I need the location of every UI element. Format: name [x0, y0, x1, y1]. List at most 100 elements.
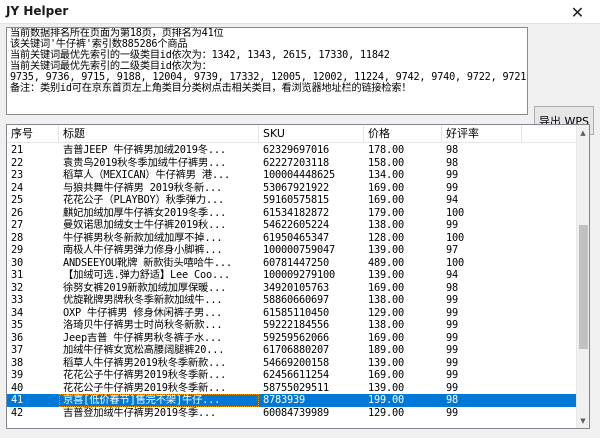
cell-title: 曼奴诺思加绒女士牛仔裤2019秋...	[63, 219, 227, 231]
cell-index: 22	[11, 156, 23, 169]
cell-title: 加绒牛仔裤女宽松高腰阔腿裤20...	[63, 344, 225, 356]
cell-title: 稻草人牛仔裤男2019秋冬季新款...	[63, 356, 227, 369]
cell-rating: 99	[446, 181, 458, 194]
cell-price: 129.00	[368, 406, 404, 419]
cell-price: 138.00	[368, 319, 404, 331]
table-row[interactable]: 42 吉普登加绒牛仔裤男2019冬季... 60084739989 129.00 99	[7, 407, 578, 420]
results-table[interactable]: 序号 标题 SKU 价格 好评率 21 吉普JEEP 牛仔裤男加绒2019冬...…	[6, 124, 590, 429]
cell-title: OXP 牛仔裤男 修身休闲裤子男...	[63, 306, 223, 319]
scrollbar-thumb[interactable]	[579, 225, 588, 349]
cell-price: 179.00	[368, 206, 404, 219]
cell-rating: 99	[446, 219, 458, 231]
table-row[interactable]: 34 OXP 牛仔裤男 修身休闲裤子男... 61585110450 129.00 99	[7, 307, 578, 320]
table-row[interactable]: 41 京喜[低价春节]售完不架]牛仔... 8783939 199.00 98	[7, 394, 578, 407]
table-row[interactable]: 39 花花公子牛仔裤男2019秋冬季新... 62456611254 169.00 99	[7, 369, 578, 382]
cell-sku: 60084739989	[263, 406, 329, 419]
cell-sku: 54622605224	[263, 219, 329, 231]
cell-index: 25	[11, 194, 23, 206]
column-header-price[interactable]: 价格	[364, 125, 442, 143]
table-row[interactable]: 25 花花公子（PLAYBOY）秋季弹力... 59160575815 169.00 9…	[7, 194, 578, 207]
cell-sku: 61950465347	[263, 231, 329, 244]
cell-index: 29	[11, 244, 23, 256]
cell-rating: 100	[446, 256, 464, 269]
cell-price: 199.00	[368, 394, 404, 406]
cell-sku: 61534182872	[263, 206, 329, 219]
cell-rating: 99	[446, 169, 458, 181]
cell-price: 169.00	[368, 194, 404, 206]
cell-index: 28	[11, 231, 23, 244]
scroll-down-icon[interactable]: ▼	[577, 413, 589, 428]
table-row[interactable]: 28 牛仔裤男秋冬新款加绒加厚不掉... 61950465347 128.00 100	[7, 232, 578, 245]
table-row[interactable]: 22 袁贵鸟2019秋冬季加绒牛仔裤男... 62227203118 158.00 98	[7, 157, 578, 170]
window-title: JY Helper	[6, 4, 69, 18]
cell-price: 128.00	[368, 231, 404, 244]
cell-title: 徐努女裤2019新款加绒加厚保暖...	[63, 281, 227, 294]
cell-index: 42	[11, 406, 23, 419]
table-row[interactable]: 40 花花公子牛仔裤男2019秋冬季新... 58755029511 139.00 99	[7, 382, 578, 395]
cell-title: 吉普JEEP 牛仔裤男加绒2019冬...	[63, 144, 226, 156]
table-body: 21 吉普JEEP 牛仔裤男加绒2019冬... 62329697016 178.00…	[7, 144, 578, 428]
cell-price: 129.00	[368, 306, 404, 319]
cell-price: 139.00	[368, 381, 404, 394]
cell-sku: 53067921922	[263, 181, 329, 194]
cell-sku: 59222184556	[263, 319, 329, 331]
cell-title: 京喜[低价春节]售完不架]牛仔...	[59, 394, 259, 407]
close-icon[interactable]: ✕	[555, 0, 600, 24]
table-row[interactable]: 37 加绒牛仔裤女宽松高腰阔腿裤20... 61706880207 189.00 99	[7, 344, 578, 357]
cell-index: 40	[11, 381, 23, 394]
cell-title: 与狼共舞牛仔裤男 2019秋冬新...	[63, 181, 223, 194]
cell-title: 牛仔裤男秋冬新款加绒加厚不掉...	[63, 231, 223, 244]
cell-price: 189.00	[368, 344, 404, 356]
vertical-scrollbar[interactable]: ▲ ▼	[576, 125, 589, 428]
table-row[interactable]: 32 徐努女裤2019新款加绒加厚保暖... 34920105763 169.00 98	[7, 282, 578, 295]
info-line-note: 备注：类别id可在京东首页左上角类目分类树点击相关类目，看浏览器地址栏的链接检索…	[10, 82, 412, 94]
cell-index: 27	[11, 219, 23, 231]
table-row[interactable]: 33 优旋靴牌男牌秋冬季新款加绒牛... 58860660697 138.00 99	[7, 294, 578, 307]
cell-index: 34	[11, 306, 23, 319]
cell-price: 138.00	[368, 294, 404, 306]
info-textbox[interactable]: 当前数据排名所在页面为第18页，页排名为41位 该关键词'牛仔裤'索引数8852…	[6, 27, 528, 115]
table-header: 序号 标题 SKU 价格 好评率	[7, 125, 578, 143]
cell-rating: 97	[446, 244, 458, 256]
table-row[interactable]: 21 吉普JEEP 牛仔裤男加绒2019冬... 62329697016 178.00…	[7, 144, 578, 157]
table-row[interactable]: 26 麒妃加绒加厚牛仔裤女2019冬季... 61534182872 179.00 10…	[7, 207, 578, 220]
cell-sku: 59259562066	[263, 331, 329, 344]
cell-rating: 100	[446, 231, 464, 244]
cell-sku: 61706880207	[263, 344, 329, 356]
cell-title: 南极人牛仔裤男弹力修身小脚裤...	[63, 244, 223, 256]
cell-title: 【加绒可选.弹力舒适】Lee Coo...	[63, 269, 230, 281]
cell-sku: 34920105763	[263, 281, 329, 294]
cell-price: 139.00	[368, 269, 404, 281]
cell-rating: 98	[446, 144, 458, 156]
cell-rating: 98	[446, 156, 458, 169]
table-row[interactable]: 27 曼奴诺思加绒女士牛仔裤2019秋... 54622605224 138.00 99	[7, 219, 578, 232]
cell-sku: 62329697016	[263, 144, 329, 156]
cell-price: 134.00	[368, 169, 404, 181]
table-row[interactable]: 38 稻草人牛仔裤男2019秋冬季新款... 54669200158 139.00 99	[7, 357, 578, 370]
column-header-sku[interactable]: SKU	[259, 125, 364, 143]
cell-index: 23	[11, 169, 23, 181]
cell-price: 169.00	[368, 369, 404, 381]
cell-price: 169.00	[368, 331, 404, 344]
table-row[interactable]: 23 稻草人（MEXICAN）牛仔裤男 港... 100004448625 134.0…	[7, 169, 578, 182]
table-row[interactable]: 31 【加绒可选.弹力舒适】Lee Coo... 100009279100 139.0…	[7, 269, 578, 282]
cell-title: 花花公子牛仔裤男2019秋冬季新...	[63, 369, 227, 381]
table-row[interactable]: 35 洛琦贝牛仔裤男士时尚秋冬新款... 59222184556 138.00 99	[7, 319, 578, 332]
cell-index: 33	[11, 294, 23, 306]
cell-price: 139.00	[368, 244, 404, 256]
cell-rating: 98	[446, 281, 458, 294]
table-row[interactable]: 24 与狼共舞牛仔裤男 2019秋冬新... 53067921922 169.00 99	[7, 182, 578, 195]
column-header-index[interactable]: 序号	[7, 125, 59, 143]
table-row[interactable]: 36 Jeep吉普 牛仔裤男秋冬裤子水... 59259562066 169.00 99	[7, 332, 578, 345]
table-row[interactable]: 29 南极人牛仔裤男弹力修身小脚裤... 100000759047 139.00 97	[7, 244, 578, 257]
table-row[interactable]: 30 ANDSEEYOU靴牌 新款街头嘻哈牛... 60781447250 489.0…	[7, 257, 578, 270]
cell-sku: 8783939	[263, 394, 305, 406]
cell-title: 袁贵鸟2019秋冬季加绒牛仔裤男...	[63, 156, 227, 169]
cell-title: 优旋靴牌男牌秋冬季新款加绒牛...	[63, 294, 223, 306]
scroll-up-icon[interactable]: ▲	[577, 125, 589, 140]
cell-rating: 98	[446, 394, 458, 406]
column-header-title[interactable]: 标题	[59, 125, 259, 143]
cell-title: ANDSEEYOU靴牌 新款街头嘻哈牛...	[63, 256, 232, 269]
cell-rating: 99	[446, 319, 458, 331]
column-header-rating[interactable]: 好评率	[442, 125, 522, 143]
